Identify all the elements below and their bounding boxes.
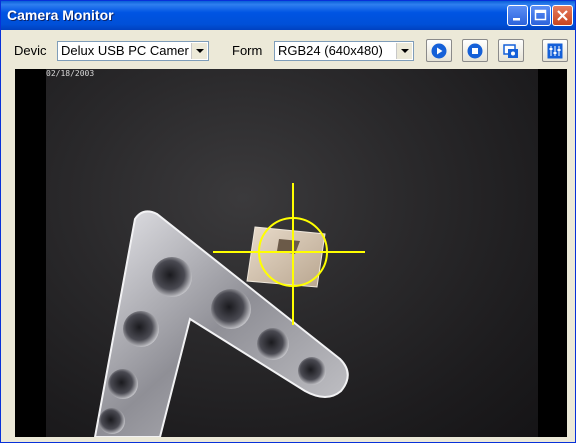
settings-icon [547,43,563,59]
stop-button[interactable] [462,39,488,62]
stop-icon [467,43,483,59]
title-bar[interactable]: Camera Monitor [1,1,575,30]
play-button[interactable] [426,39,452,62]
window-title: Camera Monitor [7,7,114,23]
chevron-down-icon[interactable] [191,43,207,59]
close-button[interactable] [552,5,573,26]
camera-monitor-window: Camera Monitor Devic Delux USB PC Camer … [0,0,576,443]
format-select-value: RGB24 (640x480) [278,43,383,58]
settings-button[interactable] [542,39,568,62]
video-preview[interactable]: 02/18/2003 [15,69,567,437]
device-select[interactable]: Delux USB PC Camer [57,41,209,61]
camera-image [93,183,365,437]
maximize-icon [534,9,547,21]
format-label: Form [232,43,263,58]
maximize-button[interactable] [530,5,551,26]
toolbar: Devic Delux USB PC Camer Form RGB24 (640… [1,30,575,70]
close-icon [557,10,568,21]
chevron-down-icon[interactable] [396,43,412,59]
device-select-value: Delux USB PC Camer [61,43,189,58]
timestamp-overlay: 02/18/2003 [46,69,95,78]
device-label: Devic [14,43,47,58]
snapshot-icon [503,44,518,58]
minimize-icon [513,18,520,21]
snapshot-button[interactable] [498,39,524,62]
format-select[interactable]: RGB24 (640x480) [274,41,414,61]
minimize-button[interactable] [507,5,528,26]
play-icon [431,43,447,59]
